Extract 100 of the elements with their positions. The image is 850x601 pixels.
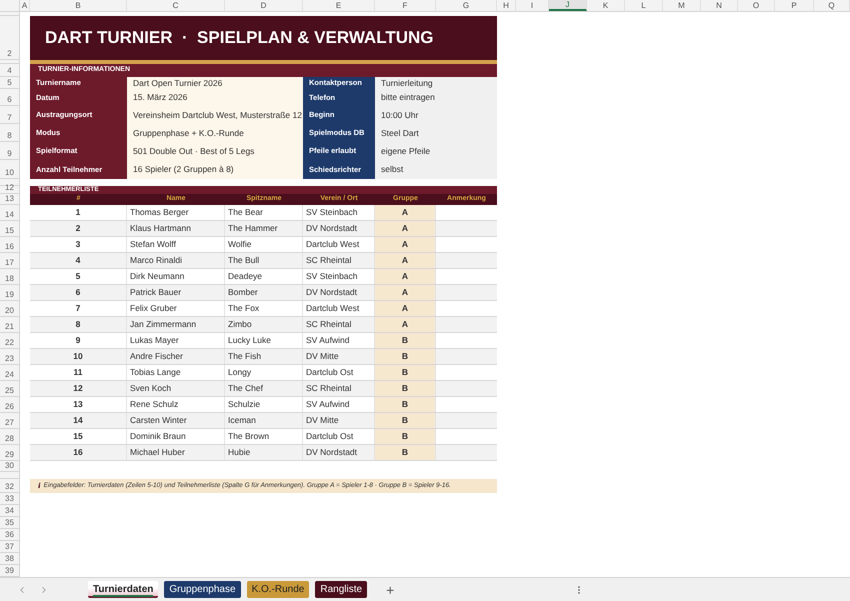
row-number[interactable]: 23 (5, 354, 14, 364)
table-cell: Rene Schulz (127, 397, 225, 412)
column-header[interactable]: N (701, 0, 738, 11)
row-number[interactable]: 19 (5, 290, 14, 300)
sheet-tab[interactable]: Turnierdaten (88, 581, 158, 598)
info-value-cell[interactable]: Steel Dart (375, 124, 497, 142)
table-cell: 4 (30, 253, 127, 268)
column-header[interactable]: O (738, 0, 775, 11)
group-cell: B (375, 333, 436, 348)
row-number[interactable]: 25 (5, 386, 14, 396)
row-number[interactable]: 37 (5, 542, 14, 552)
table-cell: Carsten Winter (127, 413, 225, 428)
table-cell: Lukas Mayer (127, 333, 225, 348)
info-value-cell[interactable]: 501 Double Out · Best of 5 Legs (127, 142, 303, 160)
row-number[interactable]: 17 (5, 258, 14, 268)
column-header[interactable]: M (663, 0, 701, 11)
column-header[interactable]: B (30, 0, 127, 11)
column-header[interactable]: C (127, 0, 225, 11)
row-number[interactable]: 7 (7, 113, 12, 123)
table-cell: 2 (30, 221, 127, 236)
row-number[interactable]: 28 (5, 434, 14, 444)
column-header[interactable]: K (587, 0, 625, 11)
table-cell: 15 (30, 429, 127, 444)
row-number[interactable]: 29 (5, 450, 14, 460)
table-cell: 9 (30, 333, 127, 348)
row-number[interactable]: 16 (5, 242, 14, 252)
group-cell: A (375, 205, 436, 220)
row-number[interactable]: 34 (5, 506, 14, 516)
row-number[interactable]: 32 (5, 482, 14, 492)
column-header[interactable]: L (625, 0, 663, 11)
table-cell: 13 (30, 397, 127, 412)
row-number[interactable]: 14 (5, 210, 14, 220)
column-header[interactable]: D (225, 0, 303, 11)
sheet-tab[interactable]: K.O.-Runde (246, 581, 310, 598)
info-value-cell[interactable]: bitte eintragen (375, 89, 497, 106)
row-number[interactable]: 33 (5, 494, 14, 504)
table-cell: 3 (30, 237, 127, 252)
row-number[interactable]: 15 (5, 226, 14, 236)
group-cell: B (375, 349, 436, 364)
row-number[interactable]: 8 (7, 131, 12, 141)
column-header[interactable]: Q (814, 0, 850, 11)
table-cell: Longy (225, 365, 303, 380)
row-number[interactable]: 10 (5, 168, 14, 178)
group-cell: A (375, 221, 436, 236)
group-cell: A (375, 237, 436, 252)
row-number[interactable]: 26 (5, 402, 14, 412)
sheet-title: DART TURNIER · SPIELPLAN & VERWALTUNG (45, 27, 434, 50)
info-value-cell[interactable]: Turnierleitung (375, 77, 497, 89)
table-cell: 1 (30, 205, 127, 220)
column-header[interactable]: P (775, 0, 814, 11)
row-number[interactable]: 30 (5, 461, 14, 471)
row-number[interactable]: 38 (5, 554, 14, 564)
row-number[interactable]: 9 (7, 149, 12, 159)
add-sheet-button[interactable]: + (384, 582, 396, 596)
table-cell: Zimbo (225, 317, 303, 332)
row-number[interactable]: 21 (5, 322, 14, 332)
table-cell: Dirk Neumann (127, 269, 225, 284)
info-value-cell[interactable]: 15. März 2026 (127, 89, 303, 106)
row-number[interactable]: 6 (7, 95, 12, 105)
table-cell: Andre Fischer (127, 349, 225, 364)
row-number[interactable]: 20 (5, 306, 14, 316)
row-number[interactable]: 35 (5, 518, 14, 528)
table-cell: Klaus Hartmann (127, 221, 225, 236)
row-number[interactable]: 13 (5, 194, 14, 204)
row-number[interactable]: 18 (5, 274, 14, 284)
info-value-cell[interactable]: Vereinsheim Dartclub West, Musterstraße 12 (127, 106, 303, 124)
column-header[interactable]: G (436, 0, 497, 11)
group-cell: B (375, 397, 436, 412)
info-value-cell[interactable]: Gruppenphase + K.O.-Runde (127, 124, 303, 142)
table-cell: Bomber (225, 285, 303, 300)
table-cell: Schulzie (225, 397, 303, 412)
group-cell: B (375, 445, 436, 460)
table-cell: 12 (30, 381, 127, 396)
column-header[interactable]: J (549, 0, 587, 11)
row-number[interactable]: 2 (7, 49, 12, 59)
info-value-cell[interactable]: selbst (375, 160, 497, 179)
column-header[interactable]: H (497, 0, 516, 11)
sheet-tab[interactable]: Rangliste (315, 581, 368, 598)
row-number[interactable]: 39 (5, 566, 14, 576)
column-header[interactable]: A (20, 0, 30, 11)
info-value-cell[interactable]: 10:00 Uhr (375, 106, 497, 124)
column-header[interactable]: F (375, 0, 436, 11)
sheet-tab[interactable]: Gruppenphase (164, 581, 241, 598)
info-value-cell[interactable]: 16 Spieler (2 Gruppen à 8) (127, 160, 303, 179)
table-cell: The Chef (225, 381, 303, 396)
info-value-cell[interactable]: Dart Open Turnier 2026 (127, 77, 303, 89)
table-cell: Thomas Berger (127, 205, 225, 220)
row-number[interactable]: 12 (5, 183, 14, 193)
column-header[interactable]: E (303, 0, 375, 11)
table-cell: Patrick Bauer (127, 285, 225, 300)
row-number[interactable]: 22 (5, 338, 14, 348)
table-cell: Deadeye (225, 269, 303, 284)
table-cell: 5 (30, 269, 127, 284)
row-number[interactable]: 24 (5, 370, 14, 380)
row-number[interactable]: 4 (7, 66, 12, 76)
row-number[interactable]: 5 (7, 78, 12, 88)
info-value-cell[interactable]: eigene Pfeile (375, 142, 497, 160)
row-number[interactable]: 27 (5, 418, 14, 428)
row-number[interactable]: 36 (5, 530, 14, 540)
table-cell: 8 (30, 317, 127, 332)
